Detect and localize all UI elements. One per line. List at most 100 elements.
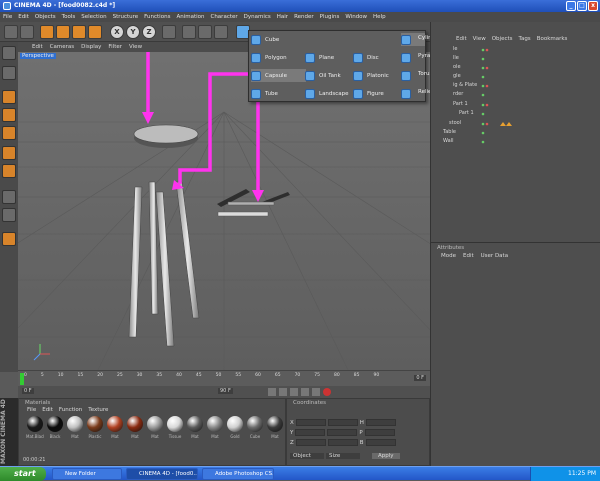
render-settings-icon[interactable] <box>214 25 228 39</box>
undo-icon[interactable] <box>4 25 18 39</box>
start-frame-field[interactable]: 0 F <box>22 388 34 394</box>
material-swatch[interactable] <box>27 416 43 432</box>
menu-functions[interactable]: Functions <box>144 14 170 20</box>
edges-mode-icon[interactable] <box>2 108 16 122</box>
material-swatch[interactable] <box>167 416 183 432</box>
pos-y-field[interactable] <box>295 429 326 436</box>
playhead[interactable] <box>20 373 24 385</box>
material-swatch[interactable] <box>247 416 263 432</box>
viewport-menu-view[interactable]: View <box>129 44 142 50</box>
play-icon[interactable] <box>290 388 298 396</box>
mat-menu-file[interactable]: File <box>27 407 36 413</box>
obj-menu-objects[interactable]: Objects <box>492 36 513 42</box>
pos-x-field[interactable] <box>295 419 326 426</box>
menu-tools[interactable]: Tools <box>62 14 76 20</box>
size-x-field[interactable] <box>327 419 358 426</box>
popup-item-polygon[interactable]: Polygon <box>251 51 306 64</box>
rotate-tool-icon[interactable] <box>88 25 102 39</box>
size-y-field[interactable] <box>327 429 358 436</box>
taskbar-item-cinema4d[interactable]: CINEMA 4D - [food0... <box>126 468 198 480</box>
rot-h-field[interactable] <box>365 419 396 426</box>
live-selection-icon[interactable] <box>40 25 54 39</box>
mat-menu-texture[interactable]: Texture <box>88 407 108 413</box>
z-axis-lock[interactable]: Z <box>142 25 156 39</box>
coord-mode-select[interactable]: Object <box>290 453 324 459</box>
taskbar-item-photoshop[interactable]: Adobe Photoshop CS... <box>202 468 274 480</box>
stool-seat[interactable] <box>133 124 199 144</box>
redo-icon[interactable] <box>20 25 34 39</box>
viewport-menu-cameras[interactable]: Cameras <box>50 44 74 50</box>
menu-selection[interactable]: Selection <box>81 14 106 20</box>
current-frame[interactable]: 0 F <box>414 375 426 381</box>
attr-menu-edit[interactable]: Edit <box>463 253 474 259</box>
popup-item-tube[interactable]: Tube <box>251 87 306 100</box>
taskbar-item-new-folder[interactable]: New Folder <box>52 468 122 480</box>
popup-item-oil-tank[interactable]: Oil Tank <box>305 69 360 82</box>
render-view-icon[interactable] <box>182 25 196 39</box>
sculpt-icon[interactable] <box>2 232 16 246</box>
size-z-field[interactable] <box>327 439 358 446</box>
record-icon[interactable] <box>323 388 331 396</box>
material-swatch[interactable] <box>127 416 143 432</box>
close-button[interactable]: x <box>588 1 598 11</box>
scale-tool-icon[interactable] <box>72 25 86 39</box>
menu-window[interactable]: Window <box>345 14 367 20</box>
menu-help[interactable]: Help <box>373 14 386 20</box>
go-start-icon[interactable] <box>268 388 276 396</box>
workplane-icon[interactable] <box>2 208 16 222</box>
material-swatch[interactable] <box>147 416 163 432</box>
menu-animation[interactable]: Animation <box>176 14 204 20</box>
texture-mode-icon[interactable] <box>2 146 16 160</box>
popup-item-capsule[interactable]: Capsule <box>251 69 306 82</box>
menu-structure[interactable]: Structure <box>113 14 139 20</box>
render-picture-icon[interactable] <box>198 25 212 39</box>
go-end-icon[interactable] <box>312 388 320 396</box>
menu-file[interactable]: File <box>3 14 12 20</box>
menu-dynamics[interactable]: Dynamics <box>244 14 271 20</box>
viewport-menu-display[interactable]: Display <box>81 44 101 50</box>
object-mode-icon[interactable] <box>2 66 16 80</box>
material-swatch[interactable] <box>187 416 203 432</box>
mat-menu-function[interactable]: Function <box>59 407 82 413</box>
material-swatch[interactable] <box>87 416 103 432</box>
material-swatch[interactable] <box>47 416 63 432</box>
timeline-ruler[interactable]: 0 5 10 15 20 25 30 35 40 45 50 55 60 65 70 75 80 85 90 0 F <box>18 370 430 386</box>
popup-item-landscape[interactable]: Landscape <box>305 87 360 100</box>
coordinate-system-icon[interactable] <box>162 25 176 39</box>
material-swatch[interactable] <box>227 416 243 432</box>
y-axis-lock[interactable]: Y <box>126 25 140 39</box>
points-mode-icon[interactable] <box>2 90 16 104</box>
menu-objects[interactable]: Objects <box>35 14 56 20</box>
next-frame-icon[interactable] <box>301 388 309 396</box>
menu-character[interactable]: Character <box>210 14 237 20</box>
menu-render[interactable]: Render <box>294 14 314 20</box>
attr-menu-user-data[interactable]: User Data <box>481 253 508 259</box>
popup-item-platonic[interactable]: Platonic <box>353 69 408 82</box>
attr-menu-mode[interactable]: Mode <box>441 253 456 259</box>
mat-menu-edit[interactable]: Edit <box>42 407 53 413</box>
menu-edit[interactable]: Edit <box>18 14 29 20</box>
menu-hair[interactable]: Hair <box>277 14 288 20</box>
obj-menu-view[interactable]: View <box>473 36 486 42</box>
popup-item-figure[interactable]: Figure <box>353 87 408 100</box>
popup-item-disc[interactable]: Disc <box>353 51 408 64</box>
material-swatch[interactable] <box>107 416 123 432</box>
rot-p-field[interactable] <box>364 429 395 436</box>
popup-item-plane[interactable]: Plane <box>305 51 360 64</box>
menu-plugins[interactable]: Plugins <box>320 14 340 20</box>
snap-icon[interactable] <box>2 190 16 204</box>
viewport-menu-filter[interactable]: Filter <box>108 44 122 50</box>
obj-menu-bookmarks[interactable]: Bookmarks <box>537 36 568 42</box>
apply-button[interactable]: Apply <box>372 453 400 459</box>
minimize-button[interactable]: _ <box>566 1 576 11</box>
obj-menu-tags[interactable]: Tags <box>519 36 531 42</box>
obj-menu-edit[interactable]: Edit <box>456 36 467 42</box>
material-swatch[interactable] <box>267 416 283 432</box>
x-axis-lock[interactable]: X <box>110 25 124 39</box>
prev-frame-icon[interactable] <box>279 388 287 396</box>
material-swatch[interactable] <box>207 416 223 432</box>
rot-b-field[interactable] <box>365 439 396 446</box>
material-swatch[interactable] <box>67 416 83 432</box>
viewport-menu-edit[interactable]: Edit <box>32 44 43 50</box>
axis-mode-icon[interactable] <box>2 164 16 178</box>
